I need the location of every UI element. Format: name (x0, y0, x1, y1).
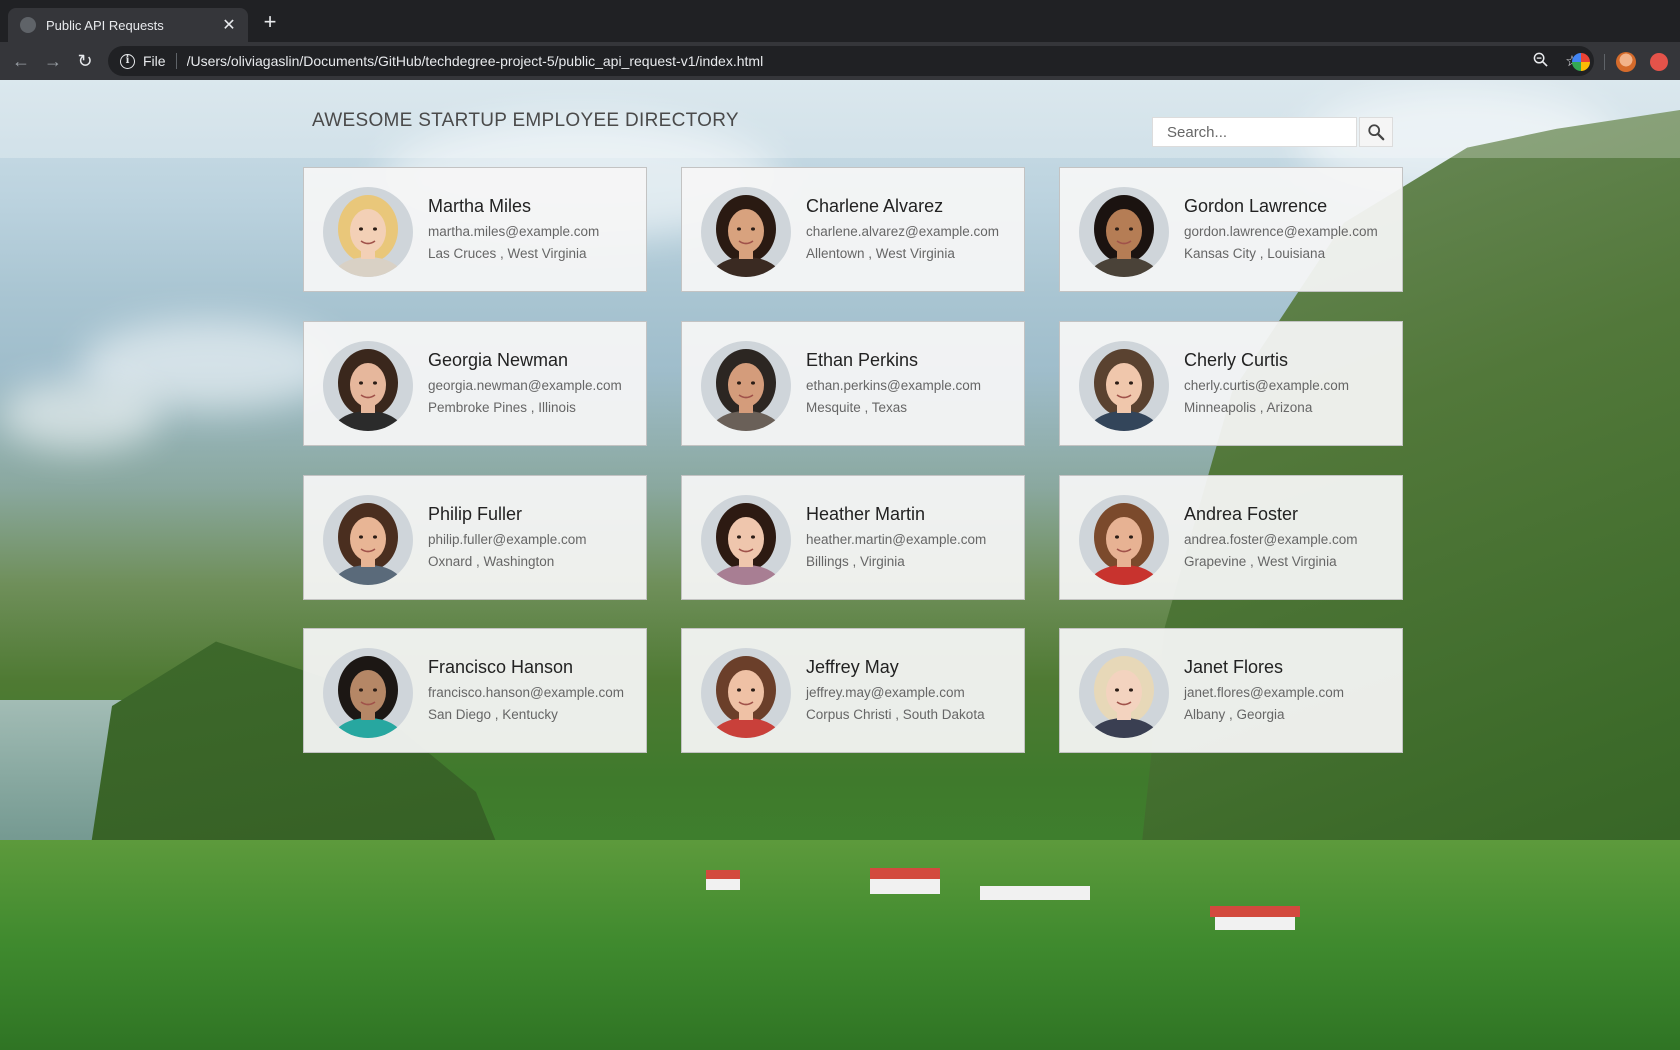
employee-email: georgia.newman@example.com (428, 378, 622, 393)
menu-dot-icon[interactable] (1650, 53, 1668, 71)
employee-card[interactable]: Andrea Foster andrea.foster@example.com Gr… (1059, 475, 1403, 600)
employee-name: Janet Flores (1184, 657, 1284, 677)
employee-name: Francisco Hanson (428, 657, 574, 677)
employee-name: Heather Martin (806, 504, 926, 524)
farmhouse-roof (1210, 906, 1300, 917)
address-bar[interactable]: i File /Users/oliviagaslin/Documents/Git… (108, 46, 1594, 76)
employee-name: Andrea Foster (1184, 504, 1299, 524)
avatar (701, 495, 791, 585)
info-icon[interactable]: i (120, 53, 135, 69)
employee-email: janet.flores@example.com (1184, 685, 1345, 700)
browser-toolbar: ← → ↻ i File /Users/oliviagaslin/Documen… (0, 42, 1680, 80)
tab-title: Public API Requests (46, 17, 164, 33)
cloud (0, 380, 160, 450)
employee-location: Minneapolis , Arizona (1184, 400, 1313, 415)
employee-card[interactable]: Ethan Perkins ethan.perkins@example.com Me… (681, 321, 1025, 446)
reload-icon[interactable]: ↻ (74, 50, 96, 72)
zoom-icon[interactable] (1530, 52, 1550, 71)
avatar (701, 648, 791, 738)
globe-icon (20, 17, 36, 33)
employee-email: ethan.perkins@example.com (806, 378, 982, 393)
avatar (323, 495, 413, 585)
back-icon[interactable]: ← (10, 50, 32, 72)
profile-avatar[interactable] (1616, 52, 1636, 72)
employee-card[interactable]: Philip Fuller philip.fuller@example.com Ox… (303, 475, 647, 600)
page-viewport: AWESOME STARTUP EMPLOYEE DIRECTORY Marth… (0, 80, 1680, 1050)
browser-tab-strip: Public API Requests ✕ + (0, 0, 1680, 42)
address-separator (175, 53, 177, 69)
employee-location: Las Cruces , West Virginia (428, 246, 587, 261)
employee-card[interactable]: Georgia Newman georgia.newman@example.com… (303, 321, 647, 446)
employee-card[interactable]: Janet Flores janet.flores@example.com Alba… (1059, 628, 1403, 753)
employee-location: Oxnard , Washington (428, 554, 555, 569)
url-scheme: File (143, 53, 166, 69)
employee-location: Kansas City , Louisiana (1184, 246, 1326, 261)
employee-name: Ethan Perkins (806, 350, 919, 370)
close-tab-icon[interactable]: ✕ (220, 15, 238, 35)
avatar (1079, 648, 1169, 738)
avatar (1079, 187, 1169, 277)
valley-background (0, 840, 1680, 1050)
employee-name: Georgia Newman (428, 350, 569, 370)
avatar (323, 341, 413, 431)
employee-location: Corpus Christi , South Dakota (806, 707, 985, 722)
forward-icon[interactable]: → (42, 50, 64, 72)
extension-icon[interactable] (1572, 53, 1590, 71)
employee-location: Grapevine , West Virginia (1184, 554, 1337, 569)
employee-card[interactable]: Jeffrey May jeffrey.may@example.com Corpus… (681, 628, 1025, 753)
search-icon (1368, 124, 1385, 141)
employee-location: Pembroke Pines , Illinois (428, 400, 576, 415)
new-tab-button[interactable]: + (258, 10, 282, 34)
employee-card[interactable]: Charlene Alvarez charlene.alvarez@example… (681, 167, 1025, 292)
avatar (701, 341, 791, 431)
employee-card[interactable]: Gordon Lawrence gordon.lawrence@example.c… (1059, 167, 1403, 292)
employee-location: Albany , Georgia (1184, 707, 1285, 722)
employee-location: Mesquite , Texas (806, 400, 908, 415)
employee-email: francisco.hanson@example.com (428, 685, 625, 700)
avatar (323, 187, 413, 277)
avatar (701, 187, 791, 277)
employee-card[interactable]: Cherly Curtis cherly.curtis@example.com Mi… (1059, 321, 1403, 446)
employee-email: gordon.lawrence@example.com (1184, 224, 1378, 239)
employee-email: cherly.curtis@example.com (1184, 378, 1349, 393)
employee-name: Philip Fuller (428, 504, 523, 524)
employee-location: San Diego , Kentucky (428, 707, 558, 722)
employee-name: Charlene Alvarez (806, 196, 944, 216)
search-input[interactable] (1152, 117, 1357, 147)
employee-email: andrea.foster@example.com (1184, 532, 1358, 547)
page-title: AWESOME STARTUP EMPLOYEE DIRECTORY (312, 110, 739, 131)
page-header: AWESOME STARTUP EMPLOYEE DIRECTORY (0, 80, 1680, 158)
toolbar-separator (1604, 54, 1605, 70)
employee-location: Billings , Virginia (806, 554, 905, 569)
farmhouse (1215, 916, 1295, 930)
farmhouse-roof (870, 868, 940, 879)
employee-email: philip.fuller@example.com (428, 532, 587, 547)
avatar (323, 648, 413, 738)
url-text[interactable]: /Users/oliviagaslin/Documents/GitHub/tec… (187, 53, 1518, 69)
employee-name: Jeffrey May (806, 657, 899, 677)
employee-card[interactable]: Heather Martin heather.martin@example.com… (681, 475, 1025, 600)
employee-name: Gordon Lawrence (1184, 196, 1328, 216)
farmhouse-roof (706, 870, 740, 879)
farmhouse (870, 878, 940, 894)
employee-email: heather.martin@example.com (806, 532, 987, 547)
employee-name: Cherly Curtis (1184, 350, 1289, 370)
employee-location: Allentown , West Virginia (806, 246, 955, 261)
employee-email: charlene.alvarez@example.com (806, 224, 1000, 239)
employee-card[interactable]: Francisco Hanson francisco.hanson@example… (303, 628, 647, 753)
employee-email: martha.miles@example.com (428, 224, 600, 239)
browser-tab[interactable]: Public API Requests ✕ (8, 8, 248, 42)
avatar (1079, 495, 1169, 585)
farmhouse (706, 878, 740, 890)
avatar (1079, 341, 1169, 431)
search-button[interactable] (1359, 117, 1393, 147)
employee-name: Martha Miles (428, 196, 532, 216)
employee-card[interactable]: Martha Miles martha.miles@example.com Las … (303, 167, 647, 292)
employee-email: jeffrey.may@example.com (806, 685, 965, 700)
greenhouse (980, 886, 1090, 900)
